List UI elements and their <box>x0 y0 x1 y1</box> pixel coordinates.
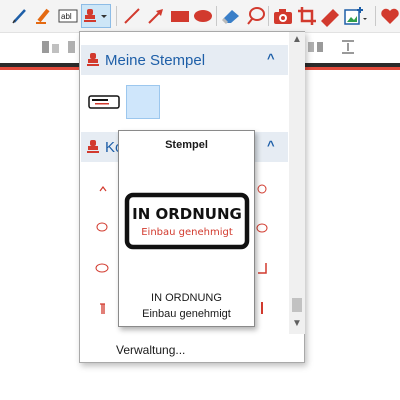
crop-icon[interactable] <box>295 4 319 28</box>
stamp-item-in-ordnung[interactable] <box>87 85 121 119</box>
section-title: Meine Stempel <box>105 52 206 69</box>
pen-icon[interactable] <box>8 4 32 28</box>
stamp-preview-tooltip: Stempel IN ORDNUNG Einbau genehmigt IN O… <box>118 130 255 327</box>
section-header-my-stamps[interactable]: Meine Stempel ^ <box>81 45 288 75</box>
collapse-chevron-icon[interactable]: ^ <box>267 138 275 153</box>
arrow-icon[interactable] <box>144 4 168 28</box>
align-right-icon[interactable] <box>66 38 78 56</box>
rectangle-icon[interactable] <box>168 4 192 28</box>
mini-stamp-icon[interactable] <box>258 300 266 316</box>
mini-stamp-icon[interactable] <box>97 302 107 316</box>
stamp-item-selected-empty[interactable] <box>126 85 160 119</box>
toolbar-separator <box>375 6 376 26</box>
stamp-icon <box>87 140 99 153</box>
mini-stamp-icon[interactable] <box>256 223 268 233</box>
svg-text:abl: abl <box>61 12 72 21</box>
line-icon[interactable] <box>120 4 144 28</box>
tooltip-stamp-description: Einbau genehmigt <box>142 308 231 320</box>
toolbar-separator <box>116 6 117 26</box>
highlighter-icon[interactable] <box>32 4 56 28</box>
text-field-icon[interactable]: abl <box>56 4 80 28</box>
stamp-preview-main-text: IN ORDNUNG <box>132 205 242 223</box>
toolbar-separator <box>216 6 217 26</box>
distribute-vertical-icon[interactable] <box>338 38 358 56</box>
eraser-icon[interactable] <box>219 4 243 28</box>
stamp-preview-sub-text: Einbau genehmigt <box>141 227 233 238</box>
mini-stamp-icon[interactable] <box>257 184 267 194</box>
tooltip-stamp-name: IN ORDNUNG <box>151 292 222 304</box>
collapse-chevron-icon[interactable]: ^ <box>267 51 275 66</box>
lasso-icon[interactable] <box>243 4 267 28</box>
ellipse-icon[interactable] <box>191 4 215 28</box>
panel-scrollbar[interactable]: ▲ ▼ <box>289 32 305 334</box>
scroll-up-icon[interactable]: ▲ <box>289 32 305 48</box>
scroll-down-icon[interactable]: ▼ <box>289 316 305 332</box>
mini-stamp-icon[interactable] <box>256 261 268 275</box>
mini-stamp-icon[interactable] <box>98 184 108 194</box>
stamp-icon <box>87 53 99 66</box>
heart-icon[interactable] <box>378 4 400 28</box>
scroll-thumb[interactable] <box>292 298 302 312</box>
toolbar-separator <box>268 6 269 26</box>
distribute-horizontal-icon[interactable] <box>306 38 326 56</box>
stamp-preview-image: IN ORDNUNG Einbau genehmigt <box>124 192 250 250</box>
stamp-tool-button[interactable] <box>81 4 111 28</box>
align-icon[interactable] <box>40 38 62 56</box>
main-toolbar: abl <box>0 0 400 33</box>
camera-icon[interactable] <box>271 4 295 28</box>
mini-stamp-icon[interactable] <box>95 222 109 232</box>
manage-stamps-link[interactable]: Verwaltung... <box>116 343 185 357</box>
ruler-icon[interactable] <box>318 4 342 28</box>
mini-stamp-icon[interactable] <box>94 263 110 273</box>
tooltip-title: Stempel <box>165 139 208 151</box>
image-insert-icon[interactable] <box>342 4 370 28</box>
